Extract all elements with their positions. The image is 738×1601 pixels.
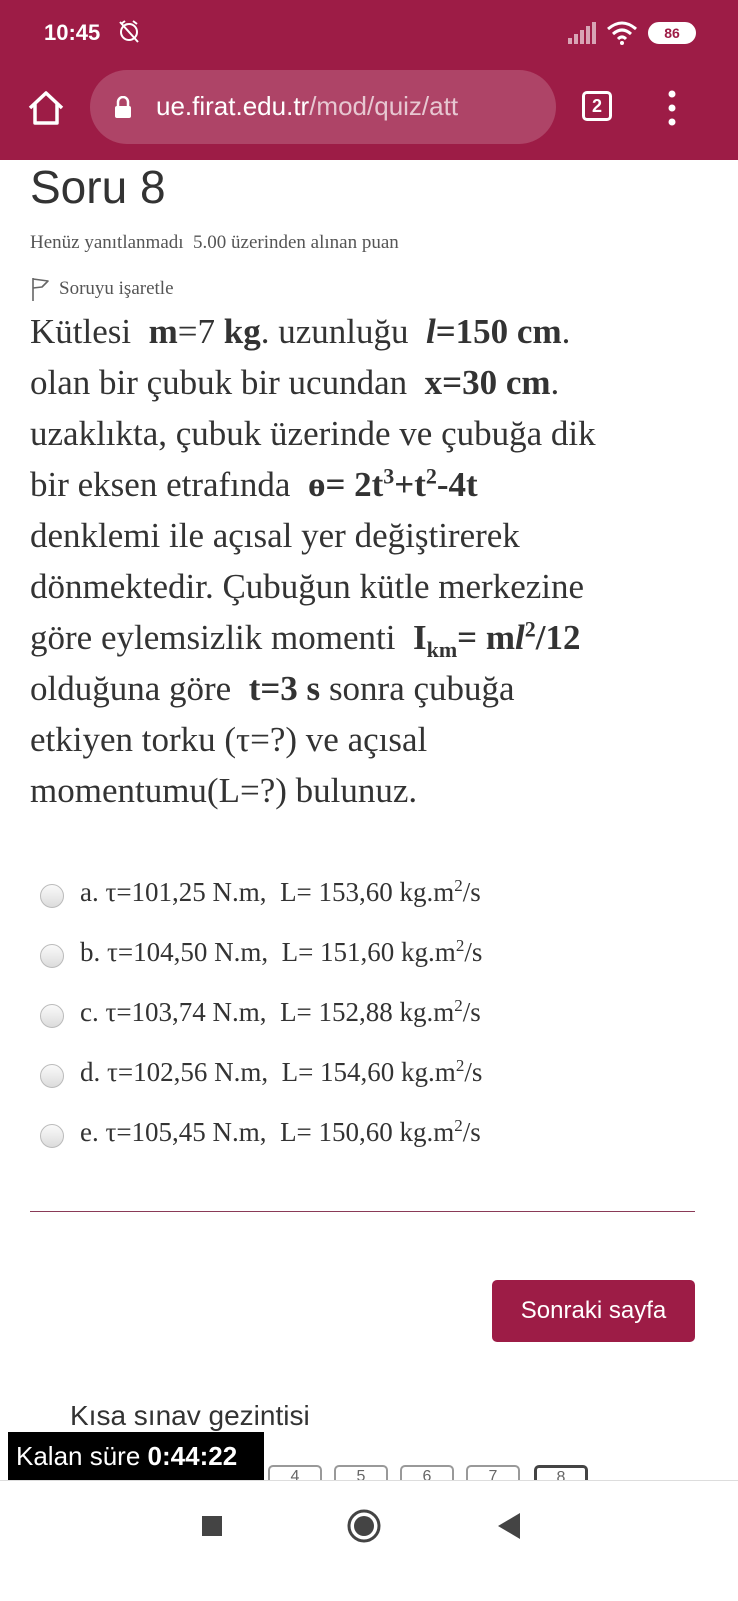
radio-button[interactable] — [40, 884, 64, 908]
answer-label: a. τ=101,25 N.m, L= 153,60 kg.m2/s — [80, 876, 481, 907]
next-page-button[interactable]: Sonraki sayfa — [492, 1280, 695, 1342]
answer-option-a[interactable]: a. τ=101,25 N.m, L= 153,60 kg.m2/s — [40, 860, 700, 920]
signal-icon — [568, 22, 596, 44]
lock-icon — [115, 96, 131, 118]
url-path: /mod/quiz/att — [309, 91, 459, 121]
question-title: Soru 8 — [30, 161, 166, 213]
more-menu-icon[interactable] — [662, 88, 682, 128]
timer-value: 0:44:22 — [147, 1441, 238, 1471]
flag-label: Soruyu işaretle — [59, 278, 174, 299]
answer-label: e. τ=105,45 N.m, L= 150,60 kg.m2/s — [80, 1116, 481, 1147]
answer-label: b. τ=104,50 N.m, L= 151,60 kg.m2/s — [80, 936, 483, 967]
radio-button[interactable] — [40, 1124, 64, 1148]
points-text: 5.00 üzerinden alınan puan — [193, 232, 399, 253]
recents-icon[interactable] — [202, 1516, 222, 1536]
radio-button[interactable] — [40, 1004, 64, 1028]
answer-label: d. τ=102,56 N.m, L= 154,60 kg.m2/s — [80, 1056, 483, 1087]
clock: 10:45 — [44, 20, 101, 45]
time-remaining: Kalan süre 0:44:22 — [8, 1432, 264, 1480]
battery-indicator: 86 — [648, 22, 696, 44]
divider — [30, 1211, 695, 1212]
system-navigation-bar — [0, 1480, 738, 1601]
tab-switcher-button[interactable]: 2 — [582, 91, 612, 121]
back-icon[interactable] — [496, 1511, 522, 1541]
url-text: ue.firat.edu.tr/mod/quiz/att — [156, 91, 536, 122]
radio-button[interactable] — [40, 944, 64, 968]
answer-option-d[interactable]: d. τ=102,56 N.m, L= 154,60 kg.m2/s — [40, 1040, 700, 1100]
answer-option-e[interactable]: e. τ=105,45 N.m, L= 150,60 kg.m2/s — [40, 1100, 700, 1160]
question-status: Henüz yanıtlanmadı 5.00 üzerinden alınan… — [30, 232, 399, 254]
home-circle-icon[interactable] — [346, 1508, 382, 1544]
answer-option-b[interactable]: b. τ=104,50 N.m, L= 151,60 kg.m2/s — [40, 920, 700, 980]
radio-button[interactable] — [40, 1064, 64, 1088]
quiz-navigation-heading: Kısa sınav gezintisi — [70, 1400, 310, 1431]
address-bar[interactable]: ue.firat.edu.tr/mod/quiz/att — [90, 70, 556, 144]
timer-label: Kalan süre — [16, 1441, 141, 1471]
answer-options: a. τ=101,25 N.m, L= 153,60 kg.m2/s b. τ=… — [40, 860, 700, 1160]
url-host: ue.firat.edu.tr — [156, 91, 310, 121]
question-text: Kütlesi m=7 kg. uzunluğu l=150 cm. olan … — [30, 312, 596, 810]
answer-label: c. τ=103,74 N.m, L= 152,88 kg.m2/s — [80, 996, 481, 1027]
status-bar: 10:45 86 — [0, 0, 738, 66]
flag-icon — [32, 278, 49, 301]
answer-status: Henüz yanıtlanmadı — [30, 232, 184, 253]
answer-option-c[interactable]: c. τ=103,74 N.m, L= 152,88 kg.m2/s — [40, 980, 700, 1040]
home-icon[interactable] — [26, 88, 66, 128]
alarm-off-icon — [119, 20, 139, 43]
wifi-icon — [607, 21, 637, 45]
